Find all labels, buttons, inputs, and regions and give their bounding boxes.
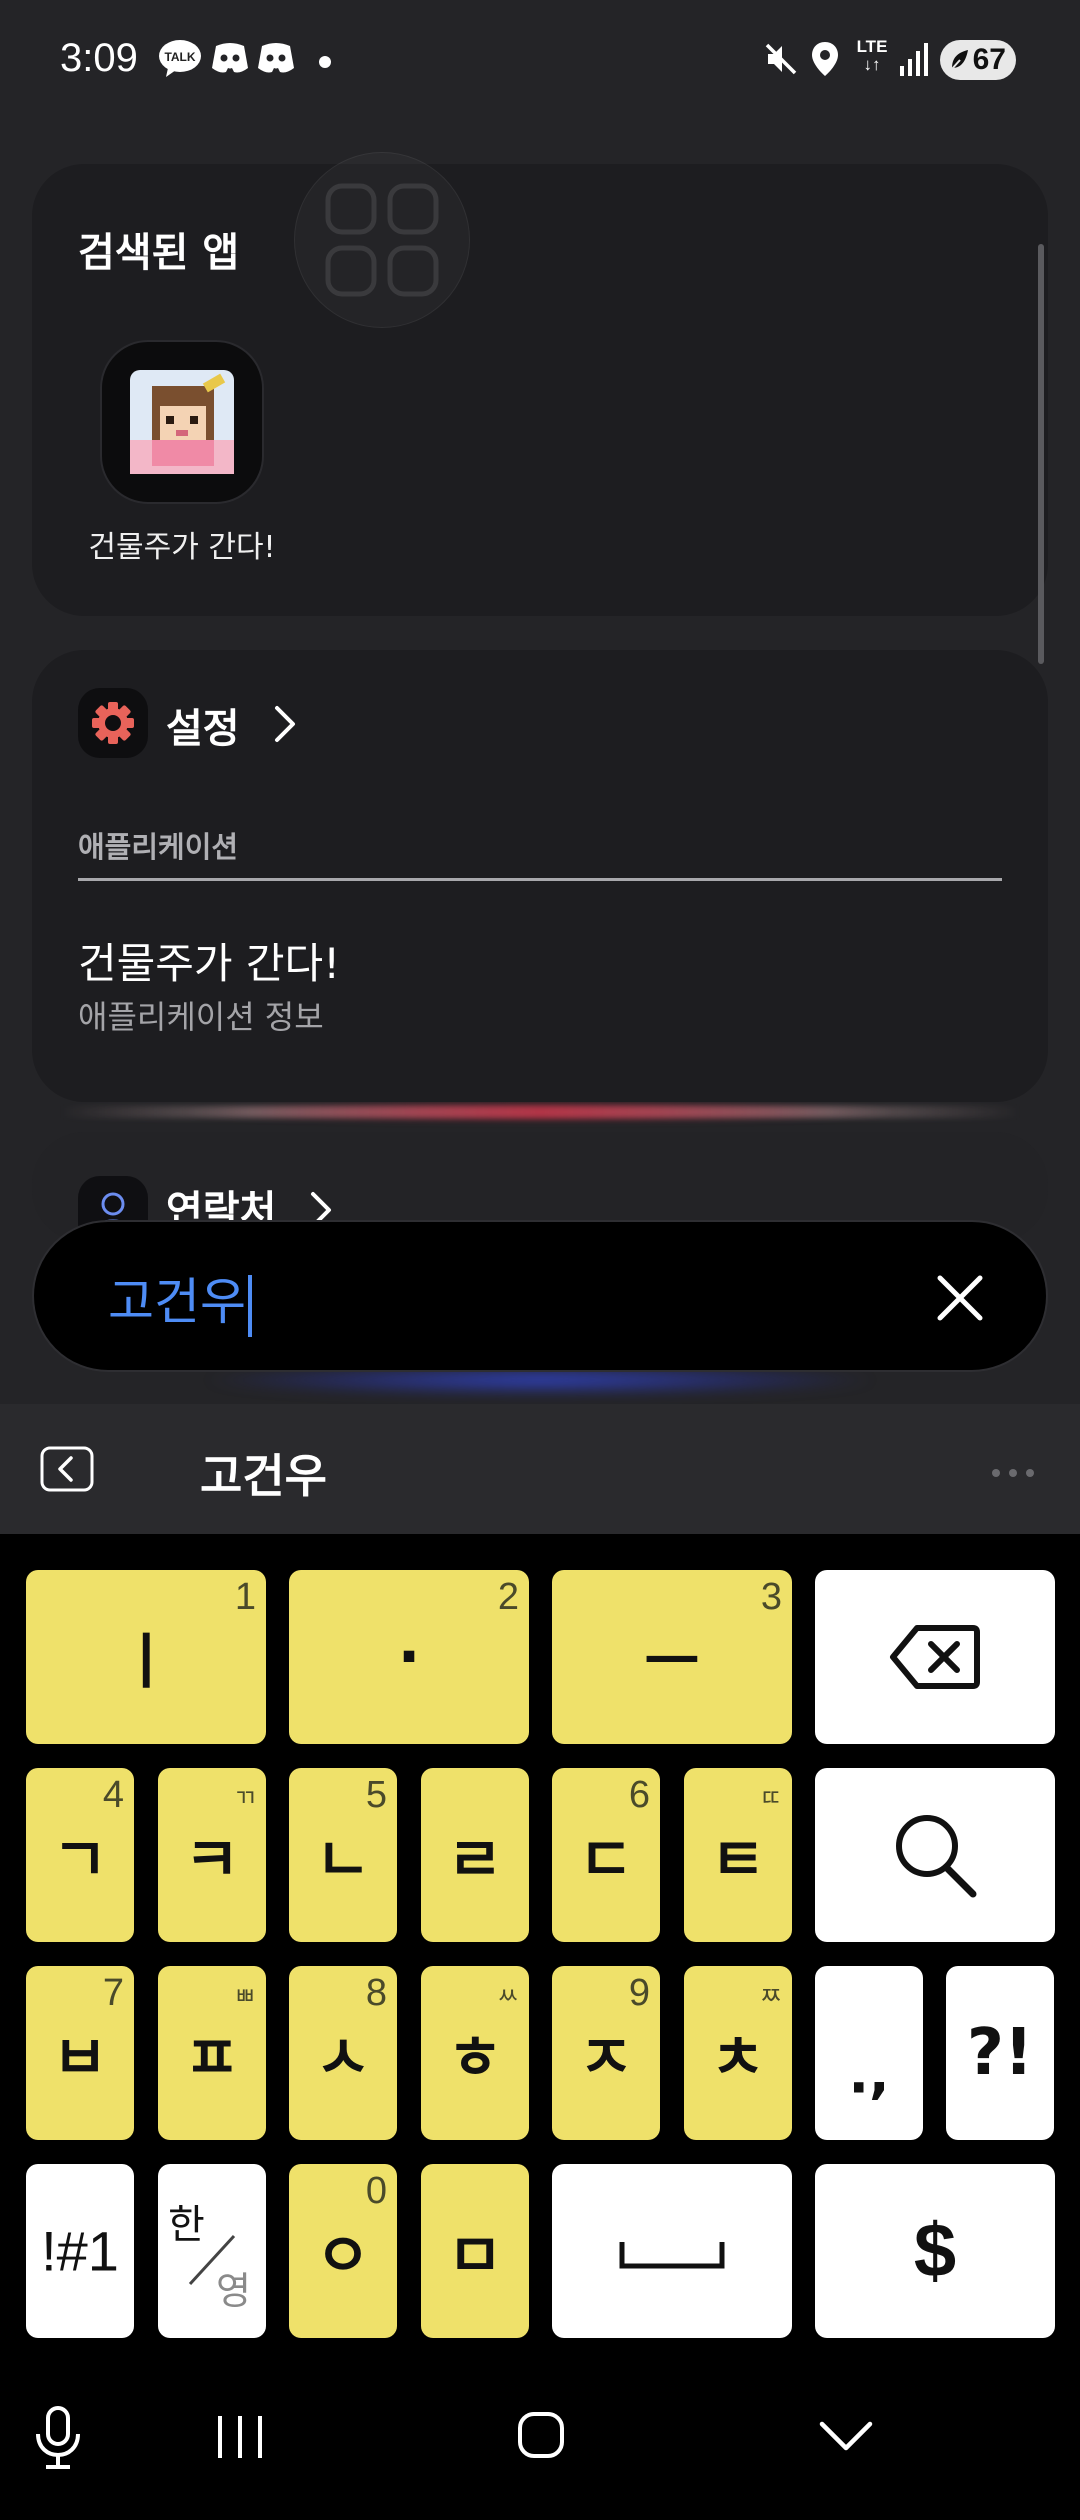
home-icon[interactable] — [516, 2410, 566, 2464]
key-d[interactable]: ㄷ6 — [552, 1768, 660, 1942]
key-n[interactable]: ㄴ5 — [289, 1768, 397, 1942]
punctuation-key[interactable]: ., — [815, 1966, 923, 2140]
kakaotalk-icon: TALK — [158, 38, 202, 82]
language-switch-key[interactable]: 한 영 — [158, 2164, 266, 2338]
background-glow-line-highlight — [60, 1106, 1020, 1118]
navigation-bar — [0, 2354, 1080, 2520]
currency-key[interactable]: $ — [815, 2164, 1055, 2338]
keyboard: ㅣ1 · 2 ㅡ3 ㄱ4 ㅋㄲ ㄴ5 ㄹ ㄷ6 ㅌㄸ ㅂ7 ㅍㅃ ㅅ8 ㅎㅆ ㅈ9 — [0, 1534, 1080, 2354]
key-t[interactable]: ㅌㄸ — [684, 1768, 792, 1942]
key-r[interactable]: ㄹ — [421, 1768, 529, 1942]
scrollbar[interactable] — [1038, 244, 1044, 664]
setting-result-subtitle: 애플리케이션 정보 — [78, 998, 324, 1036]
key-k[interactable]: ㅋㄲ — [158, 1768, 266, 1942]
discord-icon — [210, 40, 250, 80]
section-divider — [78, 878, 1002, 881]
microphone-icon[interactable] — [34, 2406, 82, 2474]
searched-apps-card: 검색된 앱 건물주가 간다! — [32, 152, 1048, 664]
battery-indicator: 67 — [940, 40, 1016, 80]
setting-result-title[interactable]: 건물주가 간다! — [78, 930, 340, 991]
app-icon-building-owner[interactable] — [100, 340, 264, 504]
status-bar: 3:09 TALK LTE ↓↑ 67 — [0, 0, 1080, 120]
key-j[interactable]: ㅈ9 — [552, 1966, 660, 2140]
key-s[interactable]: ㅅ8 — [289, 1966, 397, 2140]
toolbar-back-icon[interactable] — [40, 1446, 94, 1492]
more-options-icon[interactable] — [990, 1464, 1036, 1483]
search-input[interactable]: 고건우 — [108, 1262, 252, 1337]
notification-dot-icon — [318, 54, 332, 73]
key-h[interactable]: ㅎㅆ — [421, 1966, 529, 2140]
text-cursor — [248, 1274, 252, 1337]
location-icon — [810, 40, 840, 82]
app-label[interactable]: 건물주가 간다! — [62, 522, 302, 566]
mute-icon — [764, 42, 798, 80]
settings-title[interactable]: 설정 — [166, 696, 240, 754]
clear-search-icon[interactable] — [924, 1262, 996, 1334]
key-eu[interactable]: ㅡ3 — [552, 1570, 792, 1744]
keyboard-suggestion-bar: 고건우 — [0, 1404, 1080, 1534]
lte-indicator: LTE ↓↑ — [856, 37, 888, 74]
key-ng[interactable]: ㅇ0 — [289, 2164, 397, 2338]
search-key[interactable] — [815, 1768, 1055, 1942]
key-g[interactable]: ㄱ4 — [26, 1768, 134, 1942]
search-bar[interactable]: 고건우 — [32, 1220, 1048, 1372]
searched-apps-title: 검색된 앱 — [78, 230, 240, 276]
hide-keyboard-icon[interactable] — [818, 2420, 874, 2458]
recent-apps-icon[interactable] — [214, 2412, 266, 2466]
space-key[interactable] — [552, 2164, 792, 2338]
signal-icon — [900, 42, 930, 80]
question-exclaim-key[interactable]: ?! — [946, 1966, 1054, 2140]
key-dot[interactable]: · 2 — [289, 1570, 529, 1744]
backspace-key[interactable] — [815, 1570, 1055, 1744]
chevron-right-icon[interactable] — [272, 704, 298, 748]
key-m[interactable]: ㅁ — [421, 2164, 529, 2338]
symbols-key[interactable]: !#1 — [26, 2164, 134, 2338]
app-grid-ghost-icon — [294, 152, 470, 328]
settings-gear-icon — [78, 688, 148, 758]
status-time: 3:09 — [60, 36, 138, 80]
key-i[interactable]: ㅣ1 — [26, 1570, 266, 1744]
key-b[interactable]: ㅂ7 — [26, 1966, 134, 2140]
key-ch[interactable]: ㅊㅉ — [684, 1966, 792, 2140]
section-label: 애플리케이션 — [78, 830, 239, 864]
svg-text:TALK: TALK — [164, 50, 195, 64]
suggestion-word[interactable]: 고건우 — [200, 1440, 327, 1506]
discord-icon-2 — [256, 40, 296, 80]
settings-results-card: 설정 애플리케이션 건물주가 간다! 애플리케이션 정보 — [32, 650, 1048, 1102]
key-p[interactable]: ㅍㅃ — [158, 1966, 266, 2140]
